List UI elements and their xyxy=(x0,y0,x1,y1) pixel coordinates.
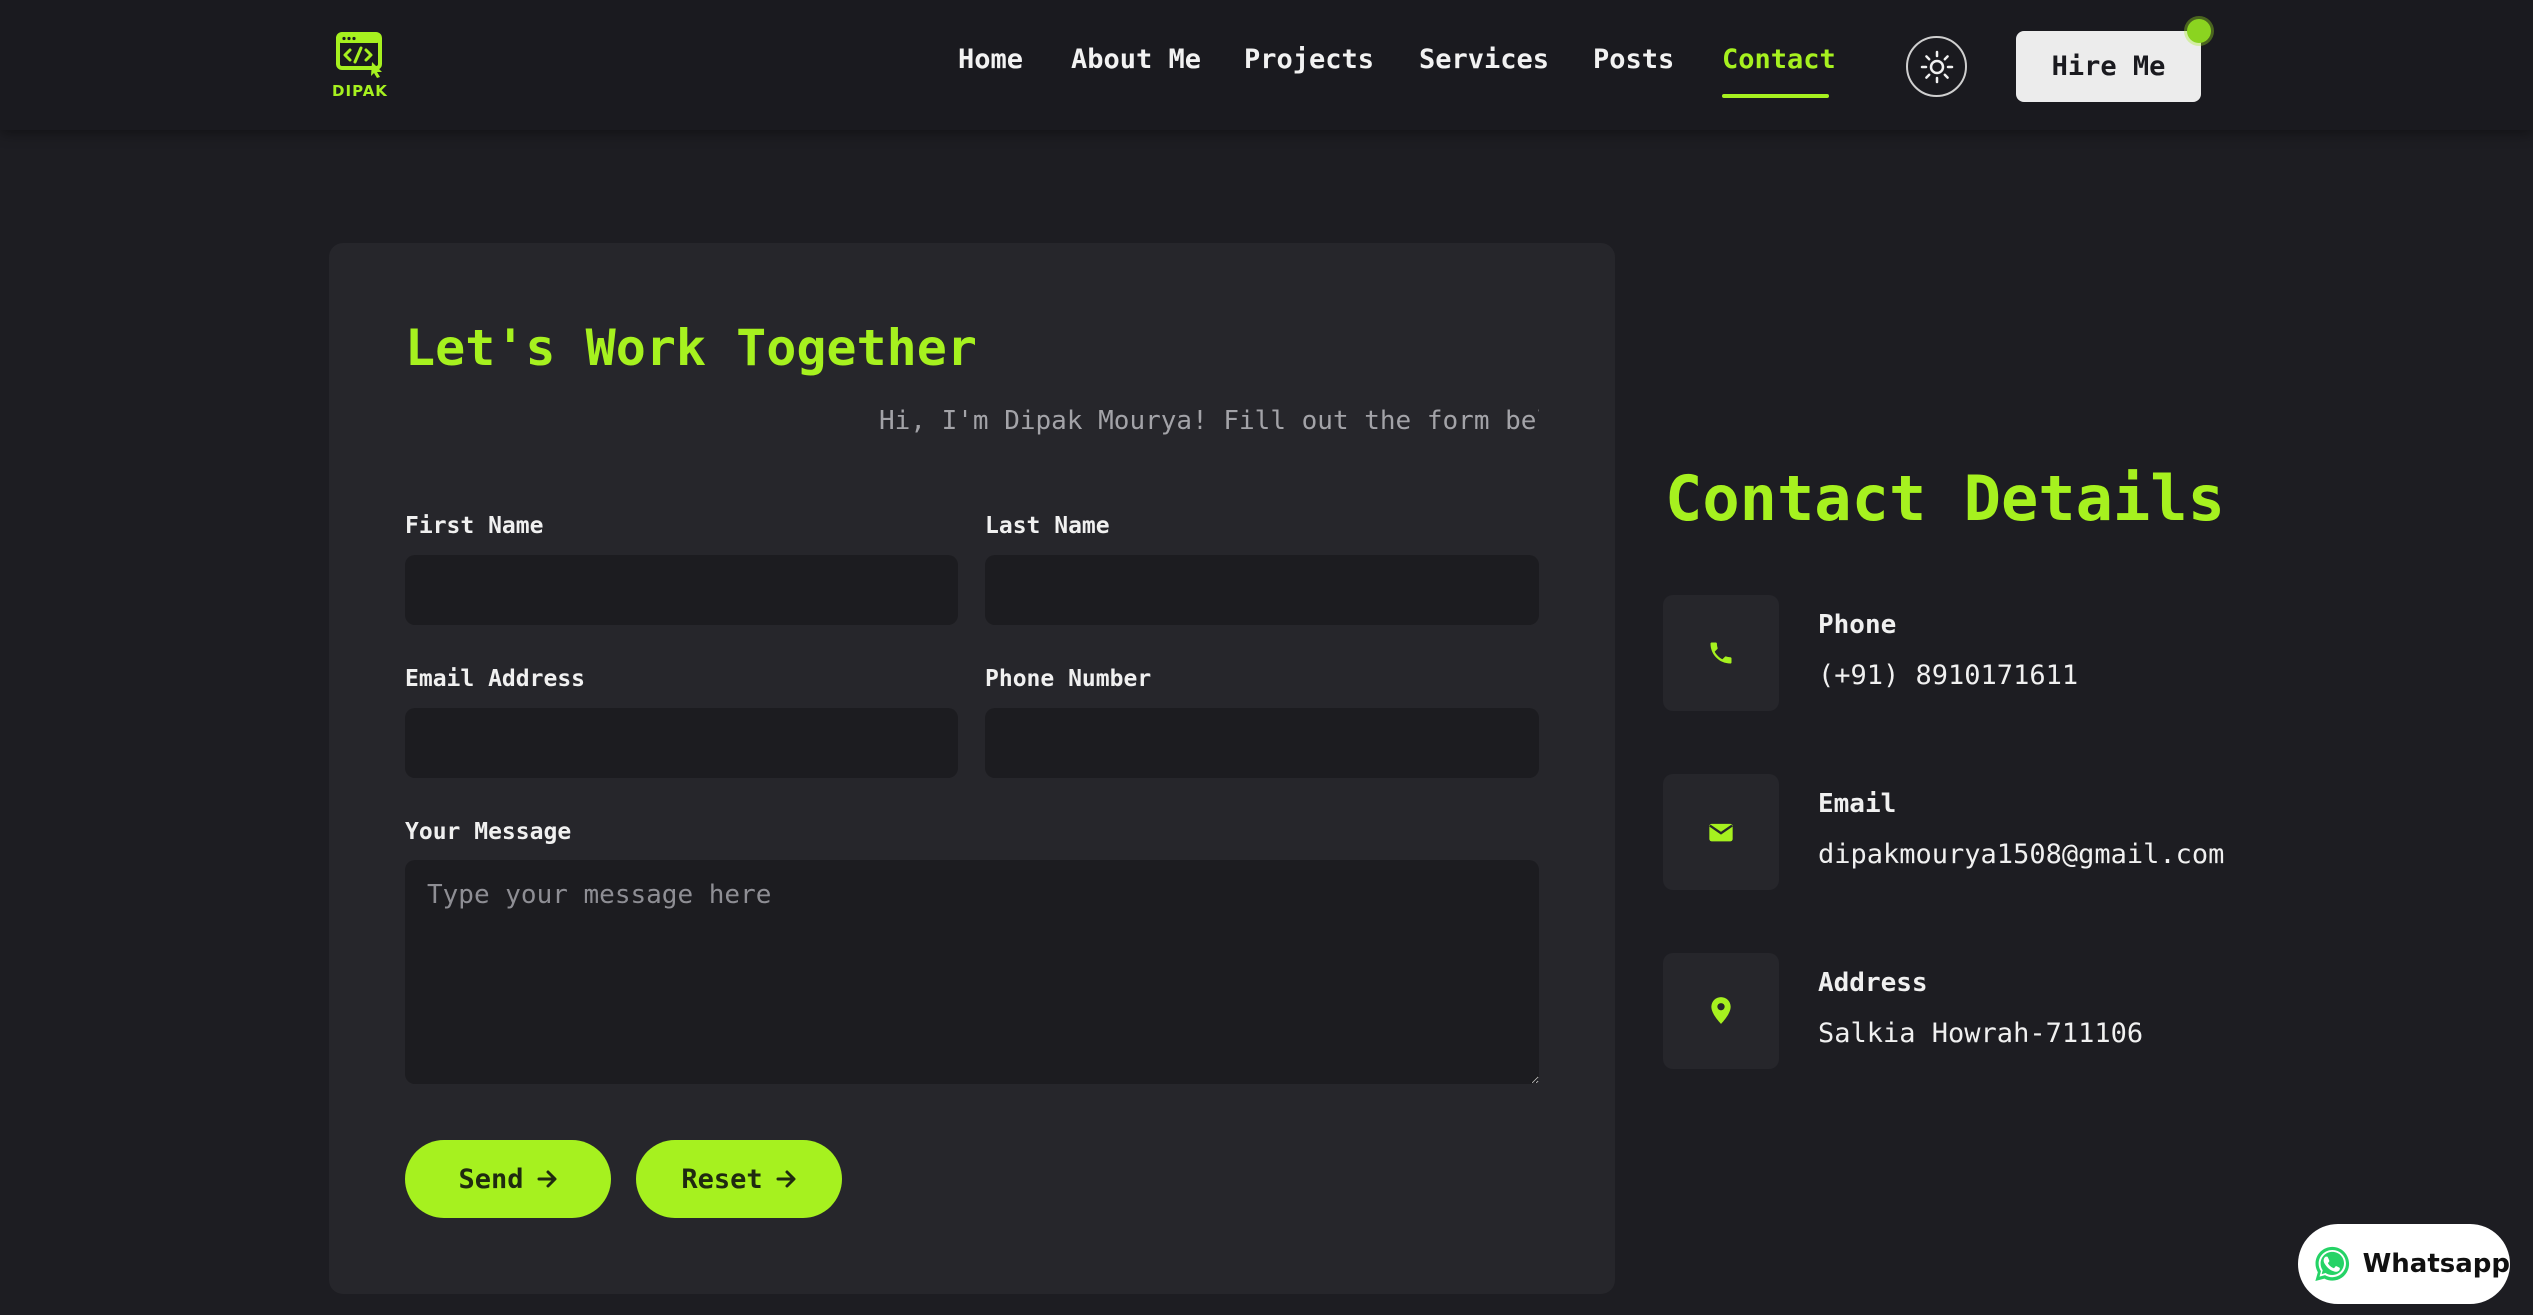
nav-about-me[interactable]: About Me xyxy=(1071,44,1201,75)
first-name-label: First Name xyxy=(405,513,544,539)
address-detail-value: Salkia Howrah-711106 xyxy=(1818,1018,2144,1049)
nav-contact[interactable]: Contact xyxy=(1722,44,1836,75)
site-header: DIPAK Home About Me Projects Services Po… xyxy=(0,0,2533,130)
sun-icon xyxy=(1920,50,1953,83)
brand-logo[interactable]: DIPAK xyxy=(330,32,390,102)
email-detail-label: Email xyxy=(1818,789,1897,819)
message-label: Your Message xyxy=(405,819,572,845)
whatsapp-label: Whatsapp xyxy=(2362,1249,2510,1279)
phone-label: Phone Number xyxy=(985,666,1152,692)
phone-icon xyxy=(1710,642,1732,664)
brand-name: DIPAK xyxy=(332,82,388,100)
envelope-icon xyxy=(1709,823,1733,842)
first-name-input[interactable] xyxy=(405,555,958,625)
send-button[interactable]: Send xyxy=(405,1140,611,1218)
phone-detail-label: Phone xyxy=(1818,610,1897,640)
message-textarea[interactable] xyxy=(405,860,1539,1084)
whatsapp-button[interactable]: Whatsapp xyxy=(2298,1224,2510,1304)
address-icon-box xyxy=(1663,953,1779,1069)
arrow-right-icon xyxy=(776,1170,796,1188)
theme-toggle-button[interactable] xyxy=(1906,36,1967,97)
address-detail-label: Address xyxy=(1818,968,1928,998)
email-detail-value[interactable]: dipakmourya1508@gmail.com xyxy=(1818,839,2224,870)
nav-projects[interactable]: Projects xyxy=(1244,44,1374,75)
nav-home[interactable]: Home xyxy=(958,44,1023,75)
contact-form-card: Let's Work Together Hi, I'm Dipak Mourya… xyxy=(329,243,1615,1294)
active-nav-indicator xyxy=(1722,94,1829,98)
phone-icon-box xyxy=(1663,595,1779,711)
last-name-input[interactable] xyxy=(985,555,1539,625)
reset-button-label: Reset xyxy=(681,1163,763,1195)
send-button-label: Send xyxy=(458,1163,524,1195)
phone-detail-value[interactable]: (+91) 8910171611 xyxy=(1818,660,2078,691)
form-title: Let's Work Together xyxy=(405,319,977,377)
nav-services[interactable]: Services xyxy=(1419,44,1549,75)
reset-button[interactable]: Reset xyxy=(636,1140,842,1218)
status-dot xyxy=(2187,19,2211,43)
code-window-icon xyxy=(336,32,382,78)
nav-posts[interactable]: Posts xyxy=(1593,44,1674,75)
hire-me-button[interactable]: Hire Me xyxy=(2016,31,2201,102)
arrow-right-icon xyxy=(537,1170,557,1188)
email-label: Email Address xyxy=(405,666,586,692)
phone-input[interactable] xyxy=(985,708,1539,778)
email-input[interactable] xyxy=(405,708,958,778)
contact-details-title: Contact Details xyxy=(1665,462,2225,535)
email-icon-box xyxy=(1663,774,1779,890)
whatsapp-icon xyxy=(2315,1246,2350,1281)
location-pin-icon xyxy=(1711,997,1731,1024)
last-name-label: Last Name xyxy=(985,513,1110,539)
form-subtitle: Hi, I'm Dipak Mourya! Fill out the form … xyxy=(879,406,1539,436)
